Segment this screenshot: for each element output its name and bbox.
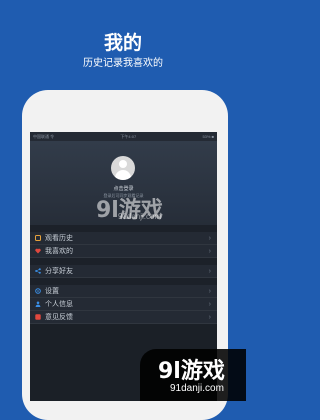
menu-item-profile[interactable]: 个人信息 › — [30, 298, 217, 311]
chevron-right-icon: › — [208, 300, 211, 308]
corner-watermark-url: 91danji.com — [170, 383, 224, 394]
person-icon — [35, 301, 41, 307]
menu-item-share[interactable]: 分享好友 › — [30, 265, 217, 278]
menu-item-label: 意见反馈 — [45, 314, 73, 321]
chevron-right-icon: › — [208, 234, 211, 242]
menu-item-label: 我喜欢的 — [45, 248, 73, 255]
history-icon — [35, 235, 41, 241]
chevron-right-icon: › — [208, 267, 211, 275]
clock-label: 下午4:07 — [120, 133, 137, 139]
section-divider — [30, 278, 217, 285]
menu-item-favorites[interactable]: 我喜欢的 › — [30, 245, 217, 258]
chevron-right-icon: › — [208, 287, 211, 295]
settings-icon — [35, 288, 41, 294]
section-divider — [30, 258, 217, 265]
section-divider — [30, 225, 217, 232]
feedback-icon — [35, 314, 41, 320]
chevron-right-icon: › — [208, 247, 211, 255]
status-bar: 中国联通 令 下午4:07 53% ■ — [30, 132, 217, 141]
menu-item-label: 观看历史 — [45, 235, 73, 242]
login-button[interactable]: 点击登录 — [30, 185, 217, 192]
heart-icon — [35, 248, 41, 254]
corner-watermark-logo: 9l游戏 — [158, 359, 225, 384]
menu-item-label: 个人信息 — [45, 301, 73, 308]
battery-label: 53% ■ — [202, 134, 214, 139]
promo-subtitle: 历史记录我喜欢的 — [83, 58, 163, 69]
share-icon — [35, 268, 41, 274]
menu-item-label: 分享好友 — [45, 268, 73, 275]
promo-title: 我的 — [103, 33, 142, 54]
menu-item-label: 设置 — [45, 288, 59, 295]
menu-item-history[interactable]: 观看历史 › — [30, 232, 217, 245]
corner-watermark: 9l游戏 91danji.com — [140, 349, 246, 401]
avatar[interactable] — [111, 156, 135, 180]
watermark-url: 91danji.com — [118, 212, 162, 221]
menu-item-settings[interactable]: 设置 › — [30, 285, 217, 298]
menu-item-feedback[interactable]: 意见反馈 › — [30, 311, 217, 324]
carrier-label: 中国联通 令 — [33, 133, 55, 139]
chevron-right-icon: › — [208, 313, 211, 321]
